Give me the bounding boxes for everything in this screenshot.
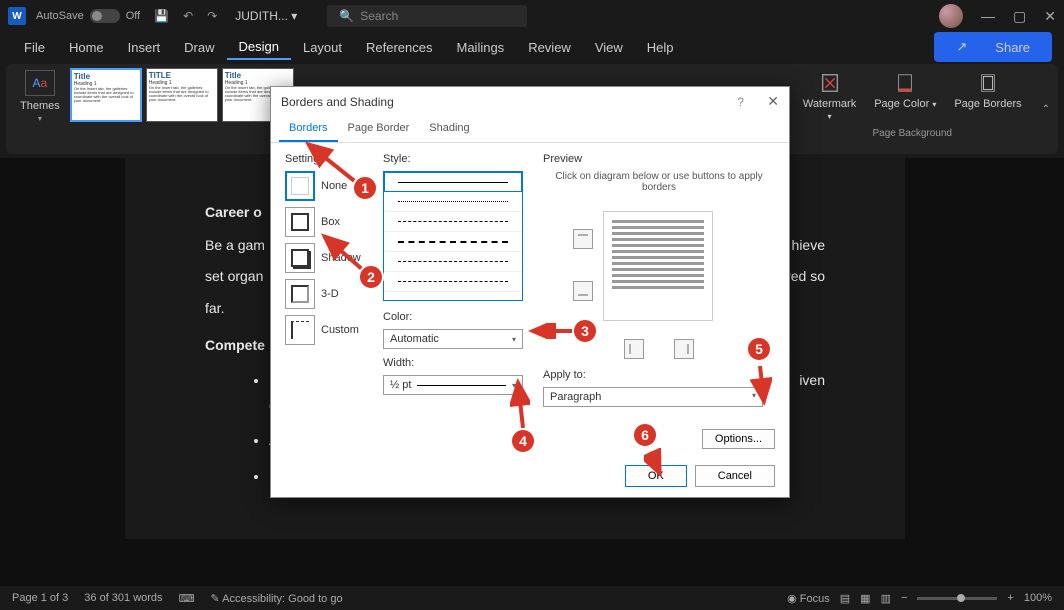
autosave-state: Off — [126, 10, 140, 22]
annotation-arrow — [528, 323, 578, 339]
menu-mailings[interactable]: Mailings — [445, 36, 517, 59]
statusbar: Page 1 of 3 36 of 301 words ⌨ ✎ Accessib… — [0, 586, 1064, 610]
page-indicator[interactable]: Page 1 of 3 — [12, 592, 68, 604]
setting-custom-icon — [285, 315, 315, 345]
doc-style-2[interactable]: TITLE Heading 1 On the Insert tab, the g… — [146, 68, 218, 122]
setting-3d-icon — [285, 279, 315, 309]
word-app-icon: W — [8, 7, 26, 25]
accessibility-status[interactable]: ✎ Accessibility: Good to go — [210, 592, 342, 605]
menu-help[interactable]: Help — [635, 36, 686, 59]
menu-layout[interactable]: Layout — [291, 36, 354, 59]
annotation-badge-4: 4 — [510, 428, 536, 454]
menu-home[interactable]: Home — [57, 36, 116, 59]
menu-review[interactable]: Review — [516, 36, 583, 59]
user-avatar[interactable] — [939, 4, 963, 28]
annotation-badge-1: 1 — [352, 175, 378, 201]
redo-icon[interactable]: ↷ — [207, 9, 217, 23]
close-icon[interactable]: ✕ — [1044, 8, 1056, 25]
menu-view[interactable]: View — [583, 36, 635, 59]
doc-style-1[interactable]: Title Heading 1 On the Insert tab, the g… — [70, 68, 142, 122]
apply-label: Apply to: — [543, 369, 775, 381]
annotation-badge-3: 3 — [572, 318, 598, 344]
save-icon[interactable]: 💾 — [154, 9, 169, 23]
themes-icon: Aa — [25, 70, 55, 96]
zoom-slider[interactable] — [917, 597, 997, 600]
apply-to-dropdown[interactable]: Paragraph▾ — [543, 387, 763, 407]
annotation-badge-6: 6 — [632, 422, 658, 448]
word-count[interactable]: 36 of 301 words — [84, 592, 162, 604]
titlebar: W AutoSave Off 💾 ↶ ↷ JUDITH... ▾ 🔍 Searc… — [0, 0, 1064, 32]
preview-diagram[interactable] — [569, 199, 749, 339]
minimize-icon[interactable]: — — [981, 8, 995, 24]
setting-shadow-icon — [285, 243, 315, 273]
search-placeholder: Search — [360, 9, 398, 23]
menu-draw[interactable]: Draw — [172, 36, 226, 59]
menu-design[interactable]: Design — [227, 35, 291, 60]
preview-label: Preview — [543, 153, 775, 165]
text-predictions-icon[interactable]: ⌨ — [179, 592, 195, 605]
annotation-arrow — [510, 378, 530, 432]
dialog-close-icon[interactable]: ✕ — [767, 93, 779, 109]
chevron-down-icon: ▾ — [512, 335, 516, 344]
setting-custom[interactable]: Custom — [285, 315, 373, 345]
web-layout-icon[interactable]: ▥ — [881, 592, 891, 605]
watermark-button[interactable]: Watermark▾ — [795, 68, 864, 126]
toggle-icon[interactable] — [90, 9, 120, 23]
menu-insert[interactable]: Insert — [116, 36, 173, 59]
border-right-button[interactable] — [674, 339, 694, 359]
ribbon-group-label: Page Background — [872, 128, 952, 139]
annotation-arrow — [750, 362, 772, 406]
menubar: File Home Insert Draw Design Layout Refe… — [0, 32, 1064, 62]
cancel-button[interactable]: Cancel — [695, 465, 775, 487]
share-icon: ↗ — [944, 35, 979, 59]
color-dropdown[interactable]: Automatic▾ — [383, 329, 523, 349]
border-top-button[interactable] — [573, 229, 593, 249]
annotation-badge-5: 5 — [746, 336, 772, 362]
menu-references[interactable]: References — [354, 36, 444, 59]
maximize-icon[interactable]: ▢ — [1013, 8, 1026, 25]
search-input[interactable]: 🔍 Search — [327, 5, 527, 27]
print-layout-icon[interactable]: ▦ — [860, 592, 870, 605]
annotation-arrow — [644, 448, 666, 478]
undo-icon[interactable]: ↶ — [183, 9, 193, 23]
autosave-toggle[interactable]: AutoSave Off — [36, 9, 140, 23]
qat-icons: 💾 ↶ ↷ — [154, 9, 217, 23]
options-button[interactable]: Options... — [702, 429, 775, 449]
menu-file[interactable]: File — [12, 36, 57, 59]
width-dropdown[interactable]: ½ pt ▾ — [383, 375, 523, 395]
autosave-label: AutoSave — [36, 10, 84, 22]
dialog-title: Borders and Shading — [281, 95, 394, 109]
zoom-in-icon[interactable]: + — [1007, 592, 1013, 604]
zoom-level[interactable]: 100% — [1024, 592, 1052, 604]
page-color-button[interactable]: Page Color ▾ — [866, 68, 944, 126]
page-borders-button[interactable]: Page Borders — [946, 68, 1029, 126]
collapse-ribbon-icon[interactable]: ⌃ — [1042, 104, 1050, 115]
dialog-help-icon[interactable]: ? — [737, 95, 744, 109]
style-list[interactable] — [383, 171, 523, 301]
width-label: Width: — [383, 357, 533, 369]
border-left-button[interactable] — [624, 339, 644, 359]
filename[interactable]: JUDITH... ▾ — [235, 9, 297, 23]
read-mode-icon[interactable]: ▤ — [840, 592, 850, 605]
themes-button[interactable]: Aa Themes ▾ — [20, 70, 60, 123]
style-label: Style: — [383, 153, 533, 165]
share-button[interactable]: ↗ Share — [934, 32, 1052, 62]
document-formatting-gallery[interactable]: Title Heading 1 On the Insert tab, the g… — [70, 68, 294, 150]
page-borders-icon — [977, 72, 999, 94]
watermark-icon — [819, 72, 841, 94]
preview-hint: Click on diagram below or use buttons to… — [543, 171, 775, 193]
page-color-icon — [894, 72, 916, 94]
tab-shading[interactable]: Shading — [419, 116, 479, 142]
search-icon: 🔍 — [339, 9, 354, 23]
color-label: Color: — [383, 311, 533, 323]
border-bottom-button[interactable] — [573, 281, 593, 301]
annotation-badge-2: 2 — [358, 264, 384, 290]
setting-box-icon — [285, 207, 315, 237]
focus-mode-button[interactable]: ◉ Focus — [787, 592, 830, 605]
zoom-out-icon[interactable]: − — [901, 592, 907, 604]
